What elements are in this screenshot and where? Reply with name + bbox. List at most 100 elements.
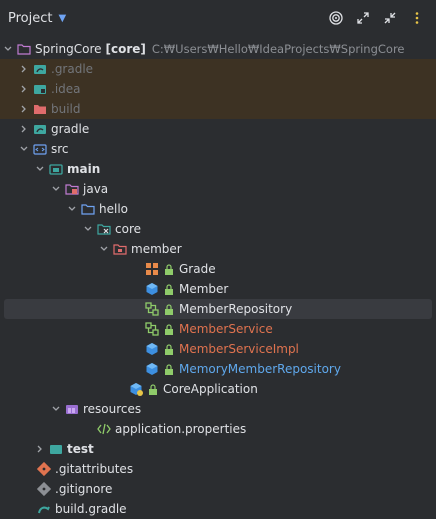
class-icon: [144, 281, 160, 297]
tree-row-dot-gradle[interactable]: .gradle: [0, 59, 436, 79]
expand-all-icon[interactable]: [354, 9, 372, 27]
tree-row-grade[interactable]: Grade: [0, 259, 436, 279]
chevron-down-icon[interactable]: [96, 244, 112, 254]
tree-row-dot-idea[interactable]: .idea: [0, 79, 436, 99]
gradle-file-icon: [36, 501, 52, 517]
idea-folder-icon: [32, 81, 48, 97]
root-project-name: SpringCore: [35, 42, 102, 56]
chevron-right-icon[interactable]: [32, 444, 48, 454]
tree-row-member-class[interactable]: Member: [0, 279, 436, 299]
tree-row-resources[interactable]: resources: [0, 399, 436, 419]
project-path: C:₩Users₩Hello₩IdeaProjects₩SpringCore: [151, 42, 405, 56]
project-tool-window-header: Project ▼: [0, 0, 436, 36]
package-folder-icon: [96, 221, 112, 237]
excluded-folder-icon: [32, 101, 48, 117]
tree-row-gradle[interactable]: gradle: [0, 119, 436, 139]
tree-row-test[interactable]: test: [0, 439, 436, 459]
options-menu-icon[interactable]: [408, 9, 426, 27]
package-folder-icon: [112, 241, 128, 257]
class-label: MemberRepository: [179, 302, 293, 316]
chevron-down-icon[interactable]: ▼: [58, 13, 66, 24]
enum-icon: [144, 261, 160, 277]
chevron-down-icon[interactable]: [80, 224, 96, 234]
folder-label: resources: [83, 402, 142, 416]
chevron-down-icon[interactable]: [48, 404, 64, 414]
lock-icon: [163, 323, 174, 335]
folder-label: build: [51, 102, 81, 116]
class-label: Grade: [179, 262, 216, 276]
tree-row-memorymemberrepository[interactable]: MemoryMemberRepository: [0, 359, 436, 379]
folder-label: test: [67, 442, 94, 456]
tree-row-gitattributes[interactable]: .gitattributes: [0, 459, 436, 479]
project-view-title[interactable]: Project: [8, 11, 52, 26]
git-file-icon: [36, 461, 52, 477]
spring-boot-class-icon: [128, 381, 144, 397]
class-label: MemberService: [179, 322, 273, 336]
file-label: build.gradle: [55, 502, 127, 516]
tree-row-core[interactable]: core: [0, 219, 436, 239]
folder-label: core: [115, 222, 141, 236]
collapse-all-icon[interactable]: [381, 9, 399, 27]
header-actions: [327, 9, 426, 27]
lock-icon: [163, 363, 174, 375]
lock-icon: [147, 383, 158, 395]
class-icon: [144, 341, 160, 357]
file-label: .gitattributes: [55, 462, 134, 476]
project-tree: SpringCore [core] C:₩Users₩Hello₩IdeaPro…: [0, 39, 436, 519]
tree-row-src[interactable]: src: [0, 139, 436, 159]
interface-icon: [144, 321, 160, 337]
chevron-right-icon[interactable]: [16, 84, 32, 94]
tree-row-build-gradle[interactable]: build.gradle: [0, 499, 436, 519]
chevron-right-icon[interactable]: [16, 124, 32, 134]
chevron-right-icon[interactable]: [16, 104, 32, 114]
folder-label: .idea: [51, 82, 81, 96]
chevron-down-icon[interactable]: [32, 164, 48, 174]
folder-label: .gradle: [51, 62, 94, 76]
chevron-down-icon[interactable]: [0, 44, 16, 54]
file-label: .gitignore: [55, 482, 113, 496]
gradle-folder-icon: [32, 121, 48, 137]
lock-icon: [163, 303, 174, 315]
target-icon[interactable]: [327, 9, 345, 27]
tree-row-springcore[interactable]: SpringCore [core] C:₩Users₩Hello₩IdeaPro…: [0, 39, 436, 59]
lock-icon: [163, 263, 174, 275]
java-source-root-icon: [64, 181, 80, 197]
code-file-icon: [96, 421, 112, 437]
tree-row-main[interactable]: main: [0, 159, 436, 179]
chevron-down-icon[interactable]: [16, 144, 32, 154]
chevron-right-icon[interactable]: [16, 64, 32, 74]
folder-label: gradle: [51, 122, 90, 136]
test-folder-icon: [48, 441, 64, 457]
tree-row-memberservice[interactable]: MemberService: [0, 319, 436, 339]
gitignore-file-icon: [36, 481, 52, 497]
package-folder-icon: [80, 201, 96, 217]
gradle-folder-icon: [32, 61, 48, 77]
resources-folder-icon: [64, 401, 80, 417]
module-folder-icon: [16, 41, 32, 57]
tree-row-memberserviceimpl[interactable]: MemberServiceImpl: [0, 339, 436, 359]
class-label: MemberServiceImpl: [179, 342, 299, 356]
chevron-down-icon[interactable]: [48, 184, 64, 194]
tree-row-memberrepository[interactable]: MemberRepository: [4, 299, 432, 319]
tree-row-gitignore[interactable]: .gitignore: [0, 479, 436, 499]
folder-label: member: [131, 242, 182, 256]
module-folder-icon: [48, 161, 64, 177]
tree-row-application-properties[interactable]: application.properties: [0, 419, 436, 439]
folder-label: src: [51, 142, 69, 156]
tree-row-java[interactable]: java: [0, 179, 436, 199]
source-folder-icon: [32, 141, 48, 157]
lock-icon: [163, 343, 174, 355]
lock-icon: [163, 283, 174, 295]
tree-row-build[interactable]: build: [0, 99, 436, 119]
module-tag: [core]: [105, 42, 146, 56]
chevron-down-icon[interactable]: [64, 204, 80, 214]
folder-label: java: [83, 182, 109, 196]
tree-row-hello[interactable]: hello: [0, 199, 436, 219]
class-label: Member: [179, 282, 229, 296]
tree-row-member[interactable]: member: [0, 239, 436, 259]
tree-row-coreapplication[interactable]: CoreApplication: [0, 379, 436, 399]
interface-icon: [144, 301, 160, 317]
class-label: CoreApplication: [163, 382, 258, 396]
folder-label: hello: [99, 202, 128, 216]
class-label: MemoryMemberRepository: [179, 362, 341, 376]
